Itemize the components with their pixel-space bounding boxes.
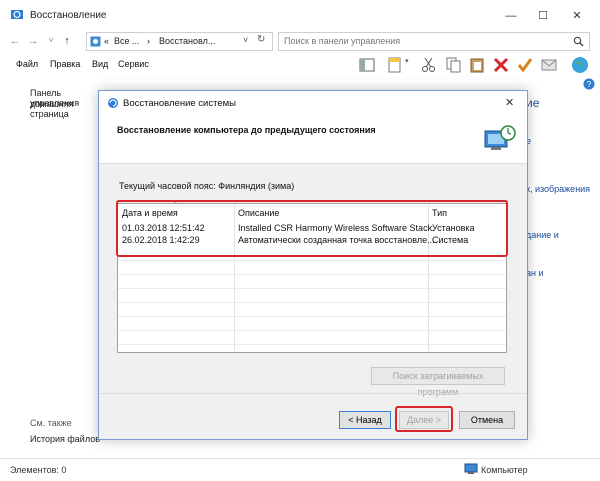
recent-dropdown-icon[interactable]: ˅ (44, 34, 58, 48)
properties-icon[interactable] (386, 56, 404, 74)
row-divider (118, 288, 506, 289)
computer-icon (464, 463, 478, 474)
copy-icon[interactable] (444, 56, 462, 74)
dialog-heading: Восстановление компьютера до предыдущего… (117, 125, 376, 135)
properties-dropdown-icon[interactable]: ▾ (405, 57, 409, 65)
bg-link-fragment-2[interactable]: к, изображения (526, 184, 590, 194)
forward-arrow-icon[interactable]: → (26, 34, 40, 48)
back-button[interactable]: < Назад (339, 411, 391, 429)
refresh-icon[interactable]: ↻ (257, 34, 265, 45)
row-divider (118, 344, 506, 345)
scan-affected-programs-button[interactable]: Поиск затрагиваемых программ (371, 367, 505, 397)
delete-icon[interactable] (492, 56, 510, 74)
maximize-button[interactable]: ☐ (528, 8, 558, 24)
computer-label: Компьютер (481, 465, 528, 475)
address-bar[interactable]: « Все ... › Восстановл... ˅ ↻ (86, 32, 273, 51)
bg-link-fragment-4[interactable]: ан и (526, 268, 544, 278)
back-arrow-icon[interactable]: ← (8, 34, 22, 48)
row-divider (118, 330, 506, 331)
mail-icon[interactable] (540, 56, 558, 74)
control-panel-icon (90, 36, 101, 47)
search-input[interactable]: Поиск в панели управления (284, 36, 400, 46)
bg-heading-fragment: ие (526, 96, 540, 110)
breadcrumb-all[interactable]: Все ... (114, 36, 140, 46)
title-bar: Восстановление — ☐ ✕ (0, 0, 600, 30)
see-also-heading: См. также (30, 418, 72, 428)
menu-service[interactable]: Сервис (118, 59, 149, 69)
menu-view[interactable]: Вид (92, 59, 108, 69)
paste-icon[interactable] (468, 56, 486, 74)
close-button[interactable]: ✕ (562, 8, 592, 24)
item-count: Элементов: 0 (10, 465, 67, 475)
breadcrumb-separator: › (147, 36, 150, 46)
menu-bar: Файл Правка Вид Сервис ▾ (0, 55, 600, 75)
checkmark-icon[interactable] (516, 56, 534, 74)
next-button-highlight (395, 406, 453, 432)
address-dropdown-icon[interactable]: ˅ (243, 35, 248, 45)
bg-link-fragment-3[interactable]: дание и (526, 230, 559, 240)
file-history-link[interactable]: История файлов (30, 434, 100, 444)
row-divider (118, 302, 506, 303)
timezone-label: Текущий часовой пояс: Финляндия (зима) (119, 181, 295, 191)
dialog-title-bar: Восстановление системы ✕ (99, 91, 527, 115)
recovery-app-icon (11, 10, 23, 19)
layout-pane-icon[interactable] (358, 56, 376, 74)
window-title: Восстановление (30, 10, 107, 21)
system-restore-dialog: Восстановление системы ✕ Восстановление … (98, 90, 528, 440)
cancel-button[interactable]: Отмена (459, 411, 515, 429)
row-divider (118, 316, 506, 317)
up-arrow-icon[interactable]: ↑ (60, 34, 74, 48)
address-row: ← → ˅ ↑ « Все ... › Восстановл... ˅ ↻ По… (0, 30, 600, 52)
minimize-button[interactable]: — (496, 8, 526, 24)
system-restore-icon (108, 98, 118, 108)
status-bar: Элементов: 0 Компьютер (0, 458, 600, 481)
help-icon[interactable]: ? (583, 78, 595, 90)
menu-file[interactable]: Файл (16, 59, 38, 69)
globe-icon[interactable] (570, 55, 590, 75)
dialog-header: Восстановление компьютера до предыдущего… (99, 115, 527, 164)
svg-text:?: ? (587, 80, 592, 89)
row-divider (118, 274, 506, 275)
search-box[interactable]: Поиск в панели управления (278, 32, 590, 51)
restore-points-highlight (116, 200, 508, 257)
menu-edit[interactable]: Правка (50, 59, 80, 69)
breadcrumb-prefix: « (104, 36, 110, 46)
row-divider (118, 260, 506, 261)
footer-divider (99, 393, 527, 394)
cut-icon[interactable] (420, 56, 438, 74)
dialog-title: Восстановление системы (123, 98, 237, 109)
left-panel: Панель управления домашняя страница См. … (0, 78, 100, 458)
restore-computer-icon (484, 125, 516, 150)
control-panel-home-link-line2[interactable]: домашняя страница (30, 99, 100, 119)
search-icon[interactable] (573, 36, 584, 47)
dialog-close-button[interactable]: ✕ (505, 96, 514, 109)
breadcrumb-recovery[interactable]: Восстановл... (159, 36, 215, 46)
